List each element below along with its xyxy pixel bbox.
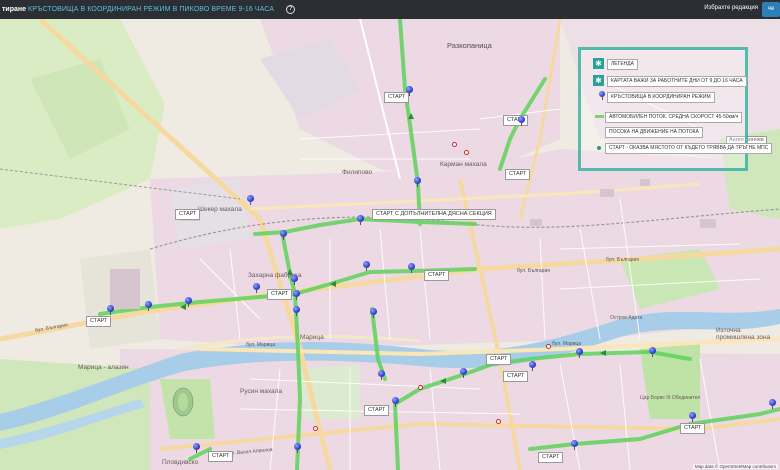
intersection-pin-icon[interactable]: [392, 397, 399, 407]
legend-item-intersections: КРЪСТОВИЩА В КООРДИНИРАН РЕЖИМ: [607, 92, 715, 103]
poi-marker-icon[interactable]: [464, 150, 469, 155]
start-label[interactable]: СТАРТ: [364, 405, 390, 416]
place-label: Русин махала: [240, 388, 283, 395]
start-label[interactable]: СТАРТ: [267, 289, 293, 300]
intersection-pin-icon[interactable]: [107, 305, 114, 315]
intersection-pin-icon[interactable]: [649, 347, 656, 357]
intersection-pin-icon[interactable]: [293, 290, 300, 300]
intersection-pin-icon[interactable]: [518, 116, 525, 126]
place-label: Цар Борис III Обединител: [640, 395, 701, 401]
place-label: Филипово: [342, 169, 373, 176]
street-label: бул. Марица: [552, 341, 582, 347]
intersection-pin-icon[interactable]: [280, 230, 287, 240]
intersection-pin-icon[interactable]: [769, 399, 776, 409]
intersection-pin-icon[interactable]: [406, 86, 413, 96]
intersection-pin-icon[interactable]: [145, 301, 152, 311]
star-icon[interactable]: ✱: [593, 58, 604, 69]
intersection-pin-icon[interactable]: [247, 195, 254, 205]
legend-item-title: ЛЕГЕНДА: [607, 59, 638, 70]
legend-item-direction: ПОСОКА НА ДВИЖЕНИЕ НА ПОТОКА: [605, 127, 703, 138]
place-label: Карман махала: [440, 161, 487, 168]
intersection-pin-icon[interactable]: [291, 275, 298, 285]
intersection-pin-icon[interactable]: [185, 297, 192, 307]
intersection-pin-icon[interactable]: [689, 412, 696, 422]
legend-item-validity: КАРТАТА ВАЖИ ЗА РАБОТНИТЕ ДНИ ОТ 9 ДО 16…: [607, 76, 747, 87]
intersection-pin-icon[interactable]: [193, 443, 200, 453]
street-label: бул. България: [606, 257, 639, 263]
start-label[interactable]: СТАРТ: [503, 371, 529, 382]
poi-marker-icon[interactable]: [418, 385, 423, 390]
legend-item-start: СТАРТ - ОКАЗВА МЯСТОТО ОТ КЪДЕТО ТРЯВВА …: [605, 143, 773, 154]
intersection-pin-icon[interactable]: [571, 440, 578, 450]
top-bar: тиране КРЪСТОВИЩА В КООРДИНИРАН РЕЖИМ В …: [0, 0, 780, 19]
place-label: Остров Адата: [610, 315, 643, 321]
poi-marker-icon[interactable]: [313, 426, 318, 431]
place-label: Разкопаница: [447, 41, 492, 50]
street-label: бул. България: [517, 268, 550, 274]
intersection-pin-icon[interactable]: [253, 283, 260, 293]
place-label: Източна промишлена зона: [716, 327, 771, 341]
start-label[interactable]: СТАРТ: [486, 354, 512, 365]
start-label[interactable]: СТАРТ: [538, 452, 564, 463]
map-legend: ✱ ЛЕГЕНДА ✱ КАРТАТА ВАЖИ ЗА РАБОТНИТЕ ДН…: [578, 47, 773, 171]
star-icon[interactable]: ✱: [593, 75, 604, 86]
map-canvas[interactable]: Разкопаница Карман махала Филипово Шекер…: [0, 19, 780, 470]
teal-dot-swatch: [597, 146, 601, 150]
start-label[interactable]: СТАРТ С ДОПЪЛНИТЕЛНА ДЯСНА СЕКЦИЯ: [372, 209, 496, 220]
intersection-pin-icon[interactable]: [460, 368, 467, 378]
poi-marker-icon[interactable]: [496, 419, 501, 424]
intersection-pin-icon[interactable]: [378, 370, 385, 380]
intersection-pin-icon[interactable]: [414, 177, 421, 187]
intersection-pin-icon[interactable]: [576, 348, 583, 358]
start-label[interactable]: СТАРТ: [505, 169, 531, 180]
place-label: Шекер махала: [198, 206, 242, 213]
edit-button[interactable]: че: [762, 2, 780, 17]
place-label: Марица: [300, 334, 324, 341]
poi-marker-icon[interactable]: [546, 344, 551, 349]
start-label[interactable]: СТАРТ: [175, 209, 201, 220]
poi-marker-icon[interactable]: [452, 142, 457, 147]
intersection-pin-icon[interactable]: [370, 308, 377, 318]
app-title: тиране: [2, 6, 27, 13]
place-label: Пловдивско: [162, 459, 199, 466]
start-label[interactable]: СТАРТ: [680, 423, 706, 434]
intersection-pin-icon[interactable]: [363, 261, 370, 271]
map-title: КРЪСТОВИЩА В КООРДИНИРАН РЕЖИМ В ПИКОВО …: [28, 6, 275, 13]
legend-item-flow: АВТОМОБИЛЕН ПОТОК, СРЕДНА СКОРОСТ 45-50к…: [605, 112, 743, 123]
pin-icon: [599, 91, 605, 100]
start-label[interactable]: СТАРТ: [424, 270, 450, 281]
selected-edit-label: Избрахте редакция: [704, 5, 758, 11]
help-button[interactable]: ?: [286, 5, 296, 14]
intersection-pin-icon[interactable]: [357, 215, 364, 225]
intersection-pin-icon[interactable]: [294, 443, 301, 453]
map-attribution: Map data © OpenStreetMap contributors: [692, 464, 778, 469]
intersection-pin-icon[interactable]: [408, 263, 415, 273]
intersection-pin-icon[interactable]: [293, 306, 300, 316]
intersection-pin-icon[interactable]: [529, 361, 536, 371]
start-label[interactable]: СТАРТ: [208, 451, 234, 462]
start-label[interactable]: СТАРТ: [86, 316, 112, 327]
place-label: Марица - алазин: [78, 364, 129, 371]
green-line-swatch: [595, 115, 604, 118]
street-label: бул. Марица: [246, 342, 276, 348]
